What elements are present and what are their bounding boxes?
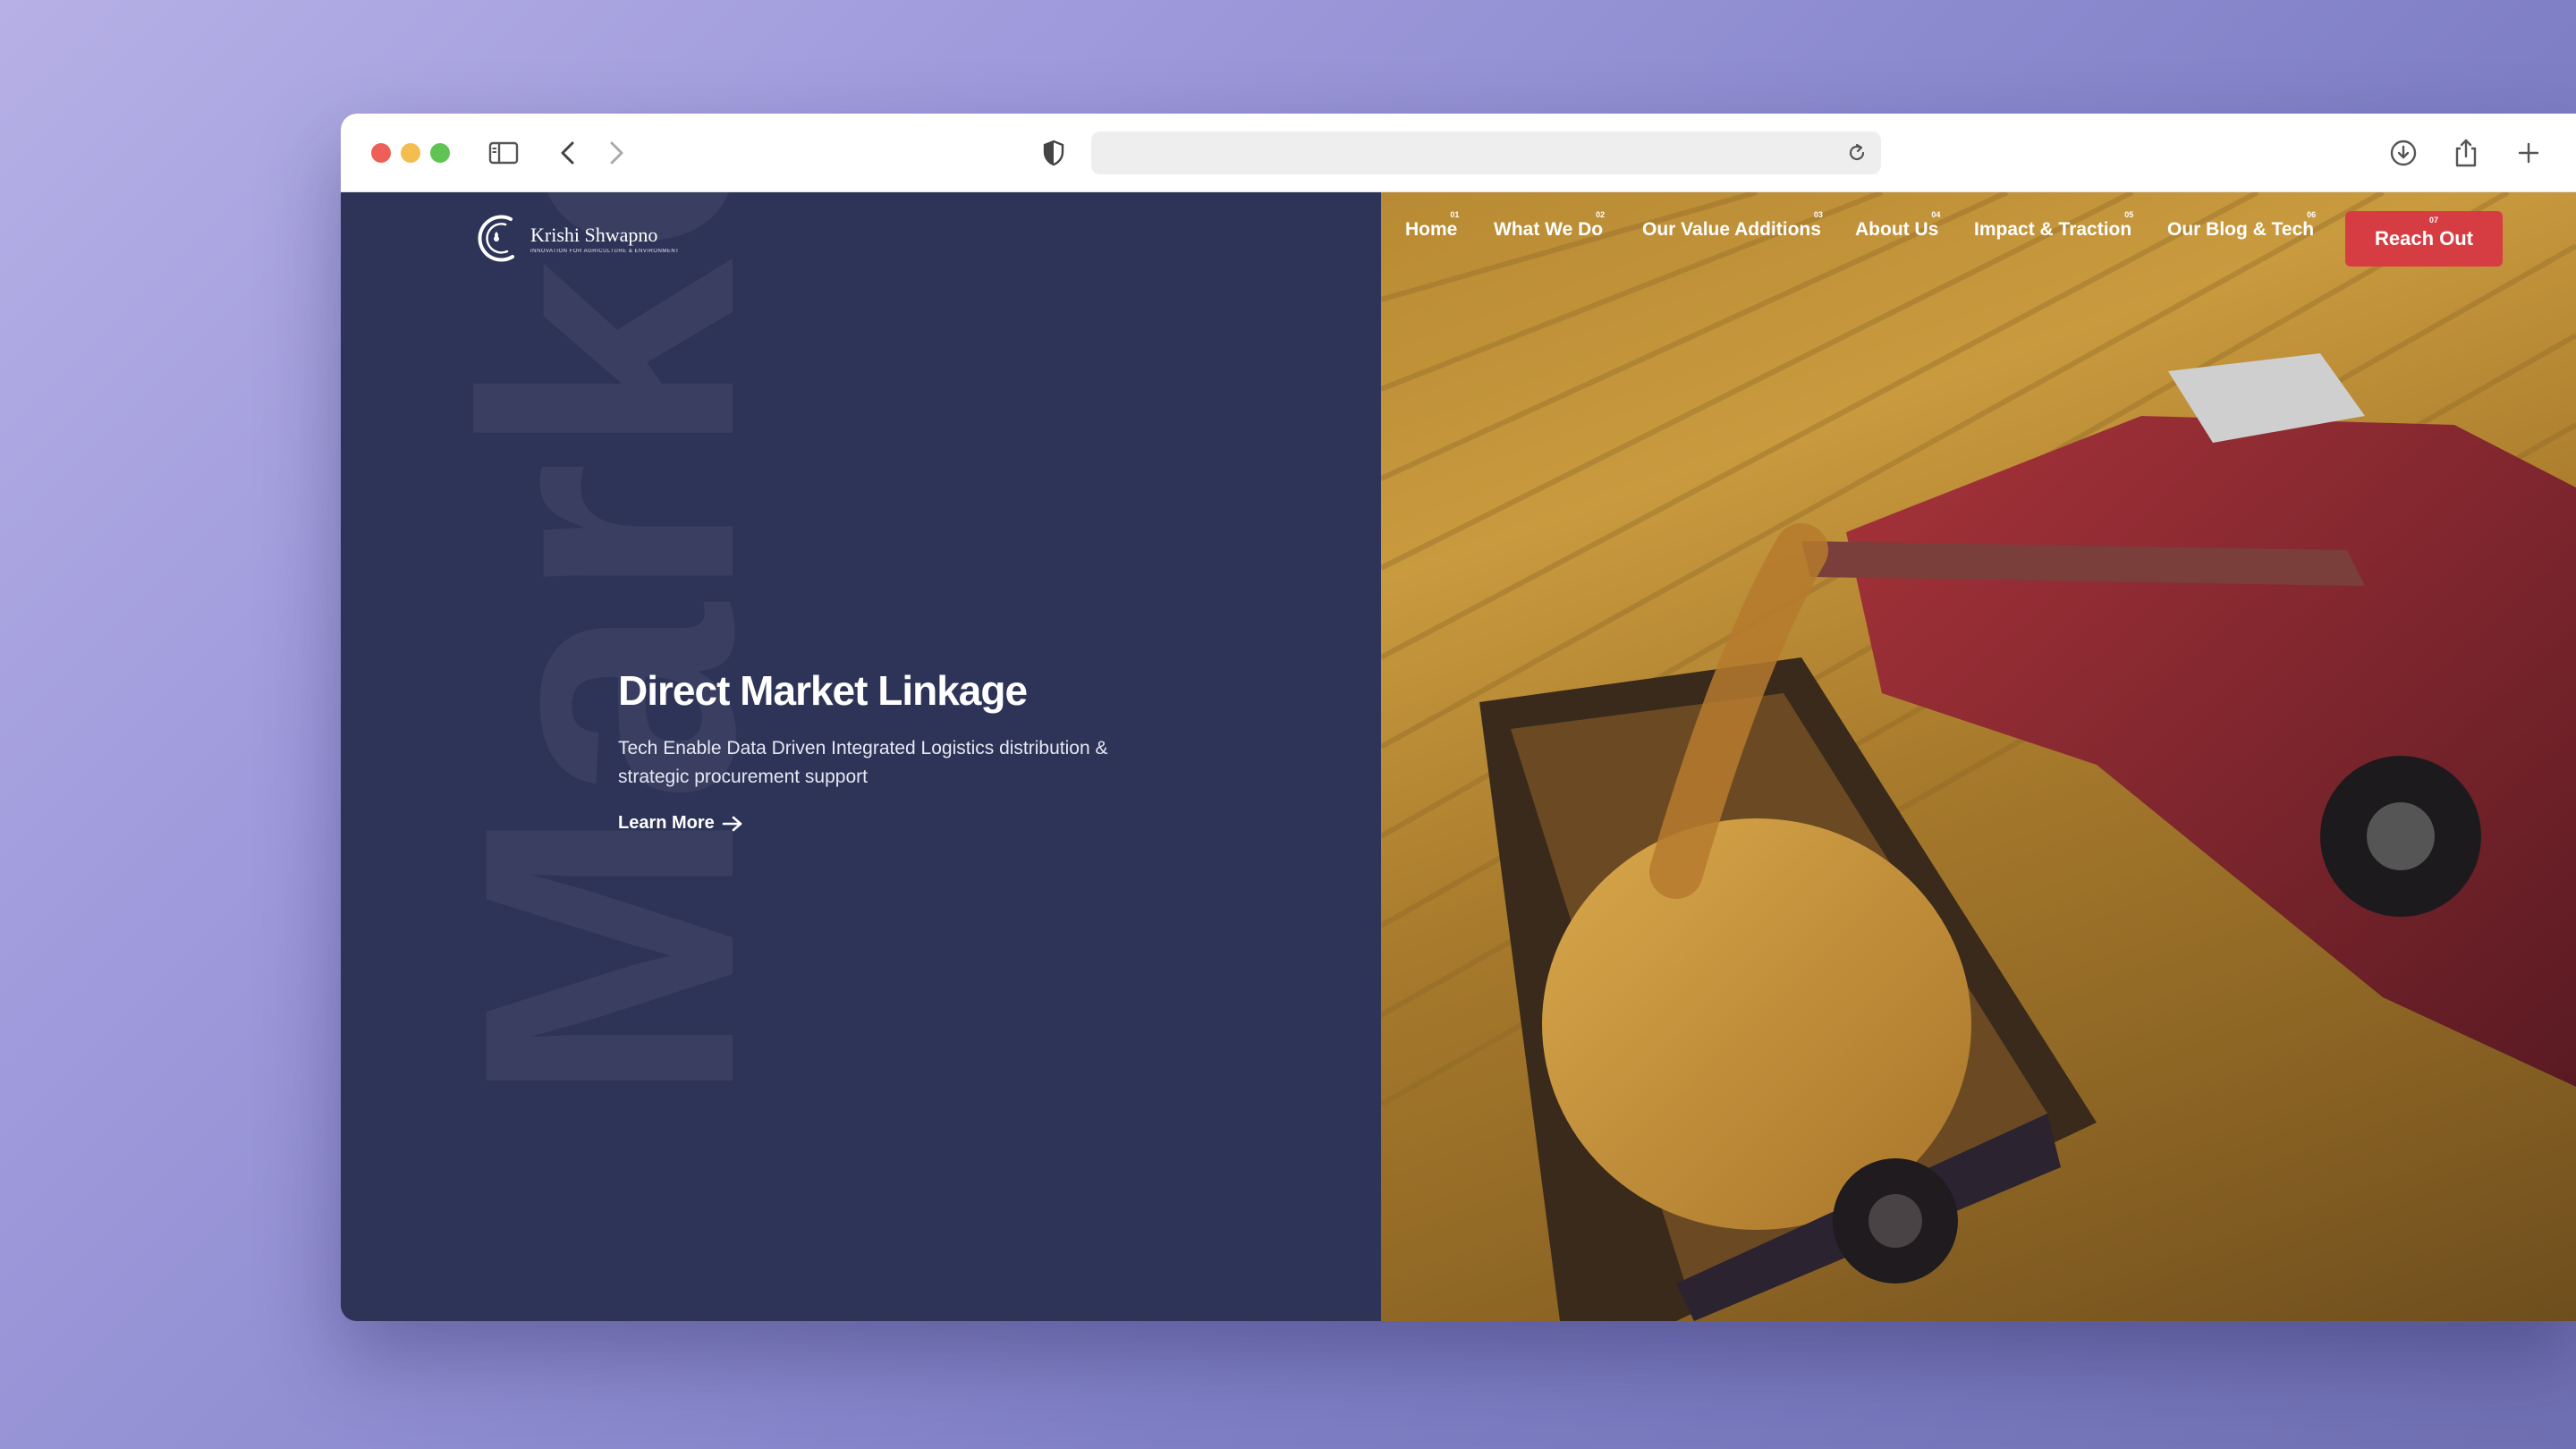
harvest-photo-illustration [1381, 192, 2576, 1321]
forward-icon[interactable] [598, 135, 634, 171]
site-logo[interactable]: Krishi Shwapno INNOVATION FOR AGRICULTUR… [475, 212, 679, 267]
sidebar-icon[interactable] [486, 135, 521, 171]
nav-number: 02 [1596, 210, 1606, 219]
nav-label: Our Value Additions [1642, 219, 1821, 240]
share-icon[interactable] [2448, 135, 2484, 171]
nav-impact-traction[interactable]: 05 Impact & Traction [1974, 210, 2133, 241]
logo-name: Krishi Shwapno [530, 224, 658, 246]
zoom-window-button[interactable] [430, 143, 450, 163]
back-icon[interactable] [550, 135, 586, 171]
hero-image [1381, 192, 2576, 1321]
nav-number: 01 [1450, 210, 1460, 219]
address-bar[interactable] [1091, 131, 1881, 174]
browser-toolbar [341, 114, 2576, 192]
nav-label: What We Do [1494, 219, 1604, 240]
nav-value-additions[interactable]: 03 Our Value Additions [1642, 210, 1823, 241]
nav-number: 07 [2428, 216, 2438, 225]
background-watermark: Marke [409, 192, 809, 1105]
reach-out-label: Reach Out [2374, 227, 2474, 250]
browser-window: Marke Krishi Shwapno INNOVATION FOR AGRI… [341, 114, 2576, 1321]
hero-description: Tech Enable Data Driven Integrated Logis… [618, 738, 1108, 787]
hero-content: Direct Market Linkage Tech Enable Data D… [618, 666, 1119, 834]
nav-number: 04 [1931, 210, 1941, 219]
reload-icon[interactable] [1839, 135, 1875, 171]
nav-home[interactable]: 01 Home [1405, 210, 1459, 241]
nav-number: 06 [2307, 210, 2317, 219]
logo-text: Krishi Shwapno INNOVATION FOR AGRICULTUR… [530, 224, 680, 255]
reach-out-button[interactable]: 07 Reach Out [2345, 211, 2503, 267]
logo-tagline: INNOVATION FOR AGRICULTURE & ENVIRONMENT [530, 249, 680, 254]
new-tab-icon[interactable] [2511, 135, 2546, 171]
shield-icon[interactable] [1036, 135, 1072, 171]
nav-label: About Us [1855, 219, 1939, 240]
minimize-window-button[interactable] [401, 143, 420, 163]
nav-label: Our Blog & Tech [2167, 219, 2315, 240]
nav-blog-tech[interactable]: 06 Our Blog & Tech [2167, 210, 2316, 241]
download-icon[interactable] [2385, 135, 2421, 171]
nav-what-we-do[interactable]: 02 What We Do [1494, 210, 1605, 241]
logo-emblem-icon [478, 215, 514, 262]
arrow-right-icon [722, 816, 742, 831]
page-content: Marke Krishi Shwapno INNOVATION FOR AGRI… [341, 192, 2576, 1321]
nav-number: 03 [1813, 210, 1823, 219]
hero-title: Direct Market Linkage [618, 667, 1028, 714]
learn-more-link[interactable]: Learn More [618, 813, 743, 834]
nav-label: Impact & Traction [1974, 219, 2132, 240]
nav-label: Home [1405, 219, 1458, 240]
nav-about-us[interactable]: 04 About Us [1855, 210, 1940, 241]
hero-panel: Marke Krishi Shwapno INNOVATION FOR AGRI… [341, 192, 1381, 1321]
close-window-button[interactable] [371, 143, 391, 163]
learn-more-label: Learn More [618, 813, 715, 833]
nav-number: 05 [2124, 210, 2134, 219]
